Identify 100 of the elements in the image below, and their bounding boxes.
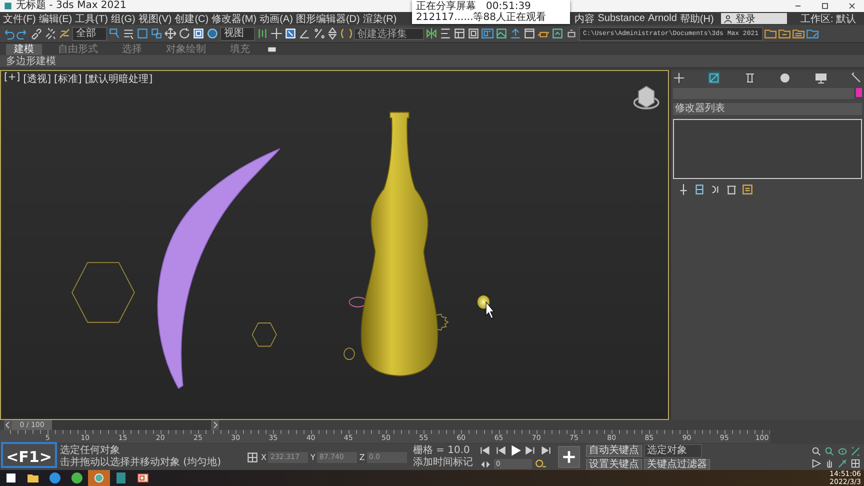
app-icon[interactable] <box>88 470 110 486</box>
viewport-label[interactable]: [标准] <box>54 72 82 86</box>
hierarchy-icon[interactable] <box>744 72 756 84</box>
menu-item[interactable]: 工具(T) <box>75 12 108 26</box>
menu-item[interactable]: 渲染(R) <box>362 12 397 26</box>
menu-item[interactable]: 创建(C) <box>174 12 209 26</box>
zoom-icon[interactable] <box>811 446 822 456</box>
modifier-stack[interactable] <box>673 119 862 179</box>
crossing-icon[interactable] <box>150 27 163 40</box>
create-icon[interactable] <box>673 72 685 84</box>
grid-size-label: 栅格 = 10.0 <box>412 445 471 456</box>
maximize-icon[interactable] <box>850 458 861 468</box>
selection-set-field[interactable]: 创建选择集 <box>354 28 424 40</box>
light-icon <box>477 295 490 309</box>
percent-snap-icon[interactable] <box>312 27 325 40</box>
set-key-plus-button[interactable] <box>558 446 580 468</box>
go-end-icon[interactable] <box>538 444 552 456</box>
menu-item[interactable]: 帮助(H) <box>680 12 714 26</box>
utilities-icon[interactable] <box>850 72 862 84</box>
next-frame-icon[interactable] <box>524 444 537 456</box>
viewport-label[interactable]: [默认明暗处理] <box>84 72 153 86</box>
display-icon[interactable] <box>814 72 827 84</box>
crosshair-icon[interactable] <box>270 27 283 40</box>
scale-icon[interactable] <box>192 27 205 40</box>
account-dropdown[interactable]: 登录 <box>721 13 788 24</box>
link-icon[interactable] <box>30 27 43 40</box>
angle-snap-icon[interactable] <box>298 27 311 40</box>
remove-icon[interactable] <box>725 183 738 196</box>
viewport-label[interactable]: [+] <box>4 72 20 86</box>
modifier-list-dropdown[interactable]: 修改器列表 <box>673 103 862 115</box>
folder-open-icon[interactable] <box>764 27 777 40</box>
add-time-tag-button[interactable]: 添加时间标记 <box>412 457 473 469</box>
select-icon[interactable] <box>108 27 121 40</box>
upload-icon[interactable] <box>509 27 522 40</box>
menu-item[interactable]: 编辑(E) <box>38 12 72 26</box>
spinner-snap-icon[interactable] <box>326 27 339 40</box>
menu-item[interactable]: 动画(A) <box>260 12 293 26</box>
workspace-selector[interactable]: 工作区: 默认 <box>800 12 856 26</box>
folder-save-icon[interactable] <box>778 27 791 40</box>
transform-mode-icon[interactable] <box>246 450 259 464</box>
pivot-icon[interactable] <box>256 27 269 40</box>
prev-frame-icon[interactable] <box>494 444 507 456</box>
image-icon[interactable] <box>495 27 508 40</box>
menu-item[interactable]: Arnold <box>648 13 677 24</box>
menu-item[interactable]: 视图(V) <box>138 12 172 26</box>
ribbon-tab[interactable]: 建模 <box>6 44 42 54</box>
layer-icon[interactable] <box>467 27 480 40</box>
window-icon[interactable] <box>523 27 536 40</box>
viewer-count: 212117......等88人正在观看 <box>416 12 547 23</box>
menu-item[interactable]: 文件(F) <box>3 12 36 26</box>
viewport-label[interactable]: [透视] <box>23 72 51 86</box>
app-logo-icon <box>3 1 13 11</box>
render-frame-icon[interactable] <box>551 27 564 40</box>
account-label: 登录 <box>735 12 756 26</box>
previous-button[interactable] <box>4 420 12 430</box>
move-icon[interactable] <box>164 27 177 40</box>
unlink-icon[interactable] <box>44 27 57 40</box>
color-swatch[interactable] <box>856 88 862 97</box>
key-mode-dropdown[interactable]: 选定对象 <box>644 444 702 458</box>
zoom-all-icon[interactable] <box>824 446 835 456</box>
rect-select-icon[interactable] <box>136 27 149 40</box>
folder-edit-icon[interactable] <box>806 27 819 40</box>
menu-item[interactable]: 组(G) <box>110 12 136 26</box>
share-status: 正在分享屏幕 <box>416 1 476 12</box>
menu-item[interactable]: Substance <box>598 13 645 24</box>
redo-icon[interactable] <box>16 27 29 40</box>
list-icon[interactable] <box>122 27 135 40</box>
modify-icon[interactable] <box>708 72 720 84</box>
perspective-viewport[interactable]: [+] [透视] [标准] [默认明暗处理] <box>0 70 669 420</box>
next-button[interactable] <box>211 420 219 430</box>
configure-icon[interactable] <box>741 183 754 196</box>
fov-icon[interactable] <box>811 458 822 468</box>
rotate-icon[interactable] <box>178 27 191 40</box>
motion-icon[interactable] <box>779 72 792 84</box>
mirror-icon[interactable] <box>425 27 438 40</box>
folder-list-icon[interactable] <box>792 27 805 40</box>
menu-item[interactable]: 图形编辑器(D) <box>296 12 360 26</box>
auto-key-button[interactable]: 自动关键点 <box>586 444 642 456</box>
hexagon-shape <box>72 262 135 323</box>
align-icon[interactable] <box>439 27 452 40</box>
frame-icon[interactable] <box>837 446 848 456</box>
snap-icon[interactable] <box>284 27 297 40</box>
ribbon-panel-label: 多边形建模 <box>6 54 56 68</box>
key-filters-button[interactable]: 关键点过滤器 <box>644 458 710 470</box>
viewcube-icon[interactable] <box>633 86 660 110</box>
go-start-icon[interactable] <box>478 444 492 456</box>
hexagon-shape <box>252 322 277 347</box>
graph-icon[interactable] <box>481 27 494 40</box>
menu-item[interactable]: 修改器(M) <box>212 12 257 26</box>
stack-icon[interactable] <box>693 183 706 196</box>
status-message: 选定任何对象 <box>60 445 121 456</box>
undo-icon[interactable] <box>2 27 15 40</box>
set-key-button[interactable]: 设置关键点 <box>586 458 642 470</box>
filter-dropdown[interactable]: 全部 <box>72 26 107 40</box>
menu-item[interactable]: 内容 <box>574 12 595 26</box>
coordinate-dropdown[interactable]: 视图 <box>220 26 255 40</box>
explorer-icon[interactable] <box>453 27 466 40</box>
pan-icon[interactable] <box>824 458 835 468</box>
window-title: 无标题 - 3ds Max 2021 <box>16 0 126 12</box>
share-timer: 00:51:39 <box>486 1 531 12</box>
